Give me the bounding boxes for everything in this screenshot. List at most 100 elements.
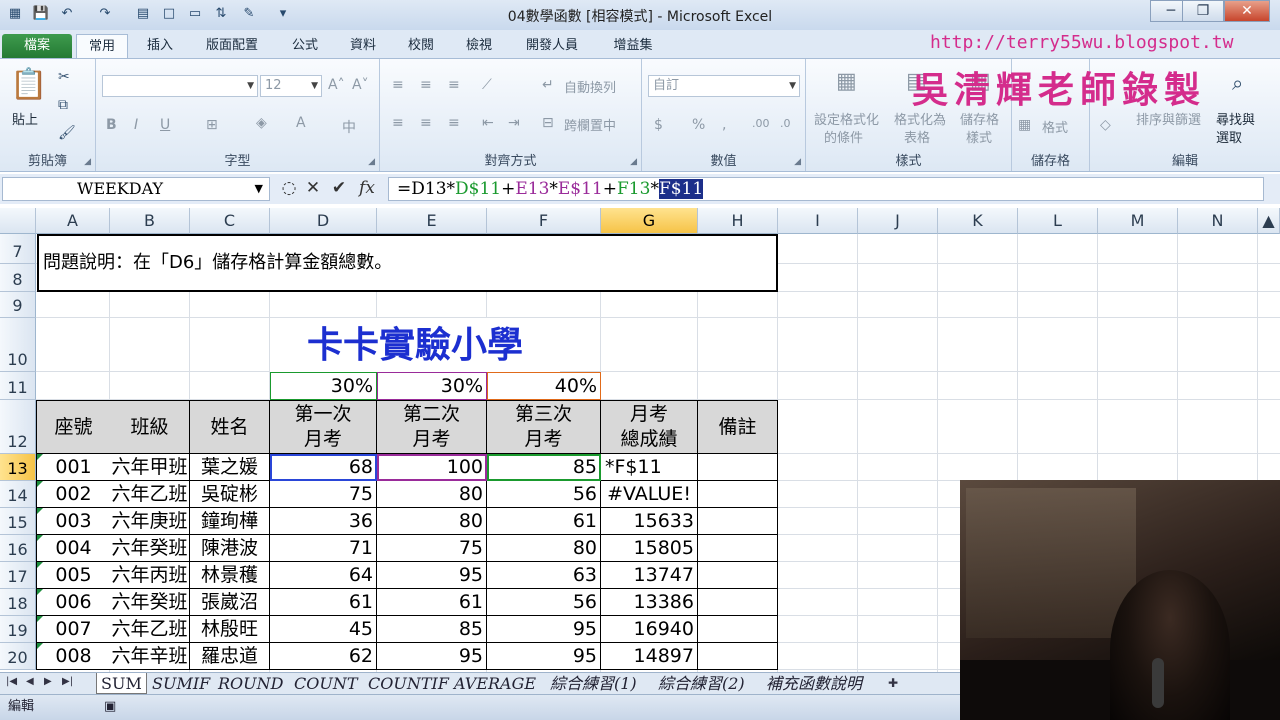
table-cell-total[interactable]: 16940 [601,616,698,643]
column-header-g[interactable]: G [601,208,698,234]
tab-developer[interactable]: 開發人員 [516,34,588,58]
shrink-font-icon[interactable]: A˅ [352,77,369,93]
sheet-tab-2[interactable]: SUMIF [148,673,214,694]
paste-icon[interactable]: 📋 [10,67,47,102]
error-indicator-icon[interactable] [37,535,43,541]
next-sheet-icon[interactable]: ▶ [44,676,52,687]
close-button[interactable]: ✕ [1224,0,1270,22]
table-cell-no[interactable]: 004 [36,535,111,562]
tab-home[interactable]: 常用 [76,34,128,58]
cut-icon[interactable]: ✂ [58,69,70,85]
column-header-i[interactable]: I [778,208,858,234]
column-header-f[interactable]: F [487,208,601,234]
align-middle-icon[interactable]: ≡ [420,77,432,93]
sheet-tab-5[interactable]: COUNTIF [364,673,453,694]
paste-button[interactable]: 貼上 [12,109,38,128]
table-cell-total[interactable]: 13386 [601,589,698,616]
table-cell-note[interactable] [698,589,778,616]
merge-center-button[interactable]: 跨欄置中 [564,115,616,134]
grow-font-icon[interactable]: A˄ [328,77,345,93]
table-cell-s1[interactable]: 68 [270,454,377,481]
tab-formulas[interactable]: 公式 [284,34,326,58]
column-header-m[interactable]: M [1098,208,1178,234]
column-header-l[interactable]: L [1018,208,1098,234]
dialog-launcher-icon[interactable]: ◢ [630,157,637,167]
table-cell-s1[interactable]: 71 [270,535,377,562]
table-cell-name[interactable]: 葉之媛 [190,454,270,481]
number-format-combo[interactable]: 自訂 ▼ [648,75,800,97]
table-cell-no[interactable]: 002 [36,481,111,508]
table-cell-s2[interactable]: 100 [377,454,487,481]
table-cell-note[interactable] [698,616,778,643]
underline-icon[interactable]: U [160,117,170,133]
comma-icon[interactable]: , [722,117,726,133]
format-painter-icon[interactable]: 🖌 [58,125,76,141]
dialog-launcher-icon[interactable]: ◢ [368,157,375,167]
column-header-e[interactable]: E [377,208,487,234]
table-cell-s1[interactable]: 61 [270,589,377,616]
sheet-tab-4[interactable]: COUNT [290,673,362,694]
row-header-19[interactable]: 19 [0,616,36,643]
row-header-12[interactable]: 12 [0,400,36,454]
table-cell-name[interactable]: 林景穫 [190,562,270,589]
error-indicator-icon[interactable] [37,481,43,487]
table-cell-note[interactable] [698,508,778,535]
align-center-icon[interactable]: ≡ [420,115,432,131]
table-cell-s1[interactable]: 64 [270,562,377,589]
dialog-launcher-icon[interactable]: ◢ [84,157,91,167]
table-cell-cls[interactable]: 六年甲班 [110,454,190,481]
table-cell-name[interactable]: 林殷旺 [190,616,270,643]
enter-check-icon[interactable]: ✔ [328,178,350,198]
table-cell-s2[interactable]: 85 [377,616,487,643]
column-header-d[interactable]: D [270,208,377,234]
column-header-k[interactable]: K [938,208,1018,234]
weight-cell[interactable]: 30% [377,372,487,400]
table-cell-name[interactable]: 羅忠道 [190,643,270,670]
row-header-8[interactable]: 8 [0,264,36,292]
first-sheet-icon[interactable]: |◀ [6,676,17,687]
table-header-cell[interactable]: 姓名 [190,400,270,454]
sheet-tab-8[interactable]: 綜合練習(2) [654,673,749,694]
row-header-10[interactable]: 10 [0,318,36,372]
table-cell-s1[interactable]: 45 [270,616,377,643]
table-cell-s2[interactable]: 80 [377,481,487,508]
error-indicator-icon[interactable] [37,508,43,514]
table-cell-note[interactable] [698,454,778,481]
font-size-combo[interactable]: 12 ▼ [260,75,322,97]
column-header-b[interactable]: B [110,208,190,234]
dialog-launcher-icon[interactable]: ◢ [794,157,801,167]
format-as-table-line2[interactable]: 表格 [904,127,930,146]
sheet-tab-3[interactable]: ROUND [214,673,287,694]
column-header-n[interactable]: N [1178,208,1258,234]
table-cell-s3[interactable]: 95 [487,616,601,643]
row-header-9[interactable]: 9 [0,292,36,318]
increase-indent-icon[interactable]: ⇥ [508,115,520,131]
maximize-button[interactable]: ❐ [1182,0,1224,22]
align-bottom-icon[interactable]: ≡ [448,77,460,93]
table-cell-total[interactable]: 14897 [601,643,698,670]
table-cell-cls[interactable]: 六年乙班 [110,481,190,508]
table-cell-note[interactable] [698,535,778,562]
table-header-cell[interactable]: 第二次 月考 [377,400,487,454]
tab-review[interactable]: 校閱 [400,34,442,58]
table-cell-total[interactable]: 15805 [601,535,698,562]
weight-cell[interactable]: 30% [270,372,377,400]
borders-icon[interactable]: ⊞ [206,117,218,133]
macro-record-icon[interactable]: ▣ [104,695,116,719]
table-cell-name[interactable]: 張崴沼 [190,589,270,616]
error-indicator-icon[interactable] [37,562,43,568]
last-sheet-icon[interactable]: ▶| [62,676,73,687]
tab-data[interactable]: 資料 [342,34,384,58]
phonetic-icon[interactable]: 中 [342,117,356,137]
conditional-format-line1[interactable]: 設定格式化 [814,109,879,128]
select-all-corner[interactable] [0,208,36,234]
find-binoculars-icon[interactable]: ⌕ [1232,71,1243,95]
find-select-line2[interactable]: 選取 [1216,127,1242,146]
row-header-14[interactable]: 14 [0,481,36,508]
table-cell-s3[interactable]: 95 [487,643,601,670]
table-cell-s3[interactable]: 63 [487,562,601,589]
row-header-15[interactable]: 15 [0,508,36,535]
wrap-text-button[interactable]: 自動換列 [564,77,616,96]
error-indicator-icon[interactable] [37,643,43,649]
error-indicator-icon[interactable] [37,454,43,460]
